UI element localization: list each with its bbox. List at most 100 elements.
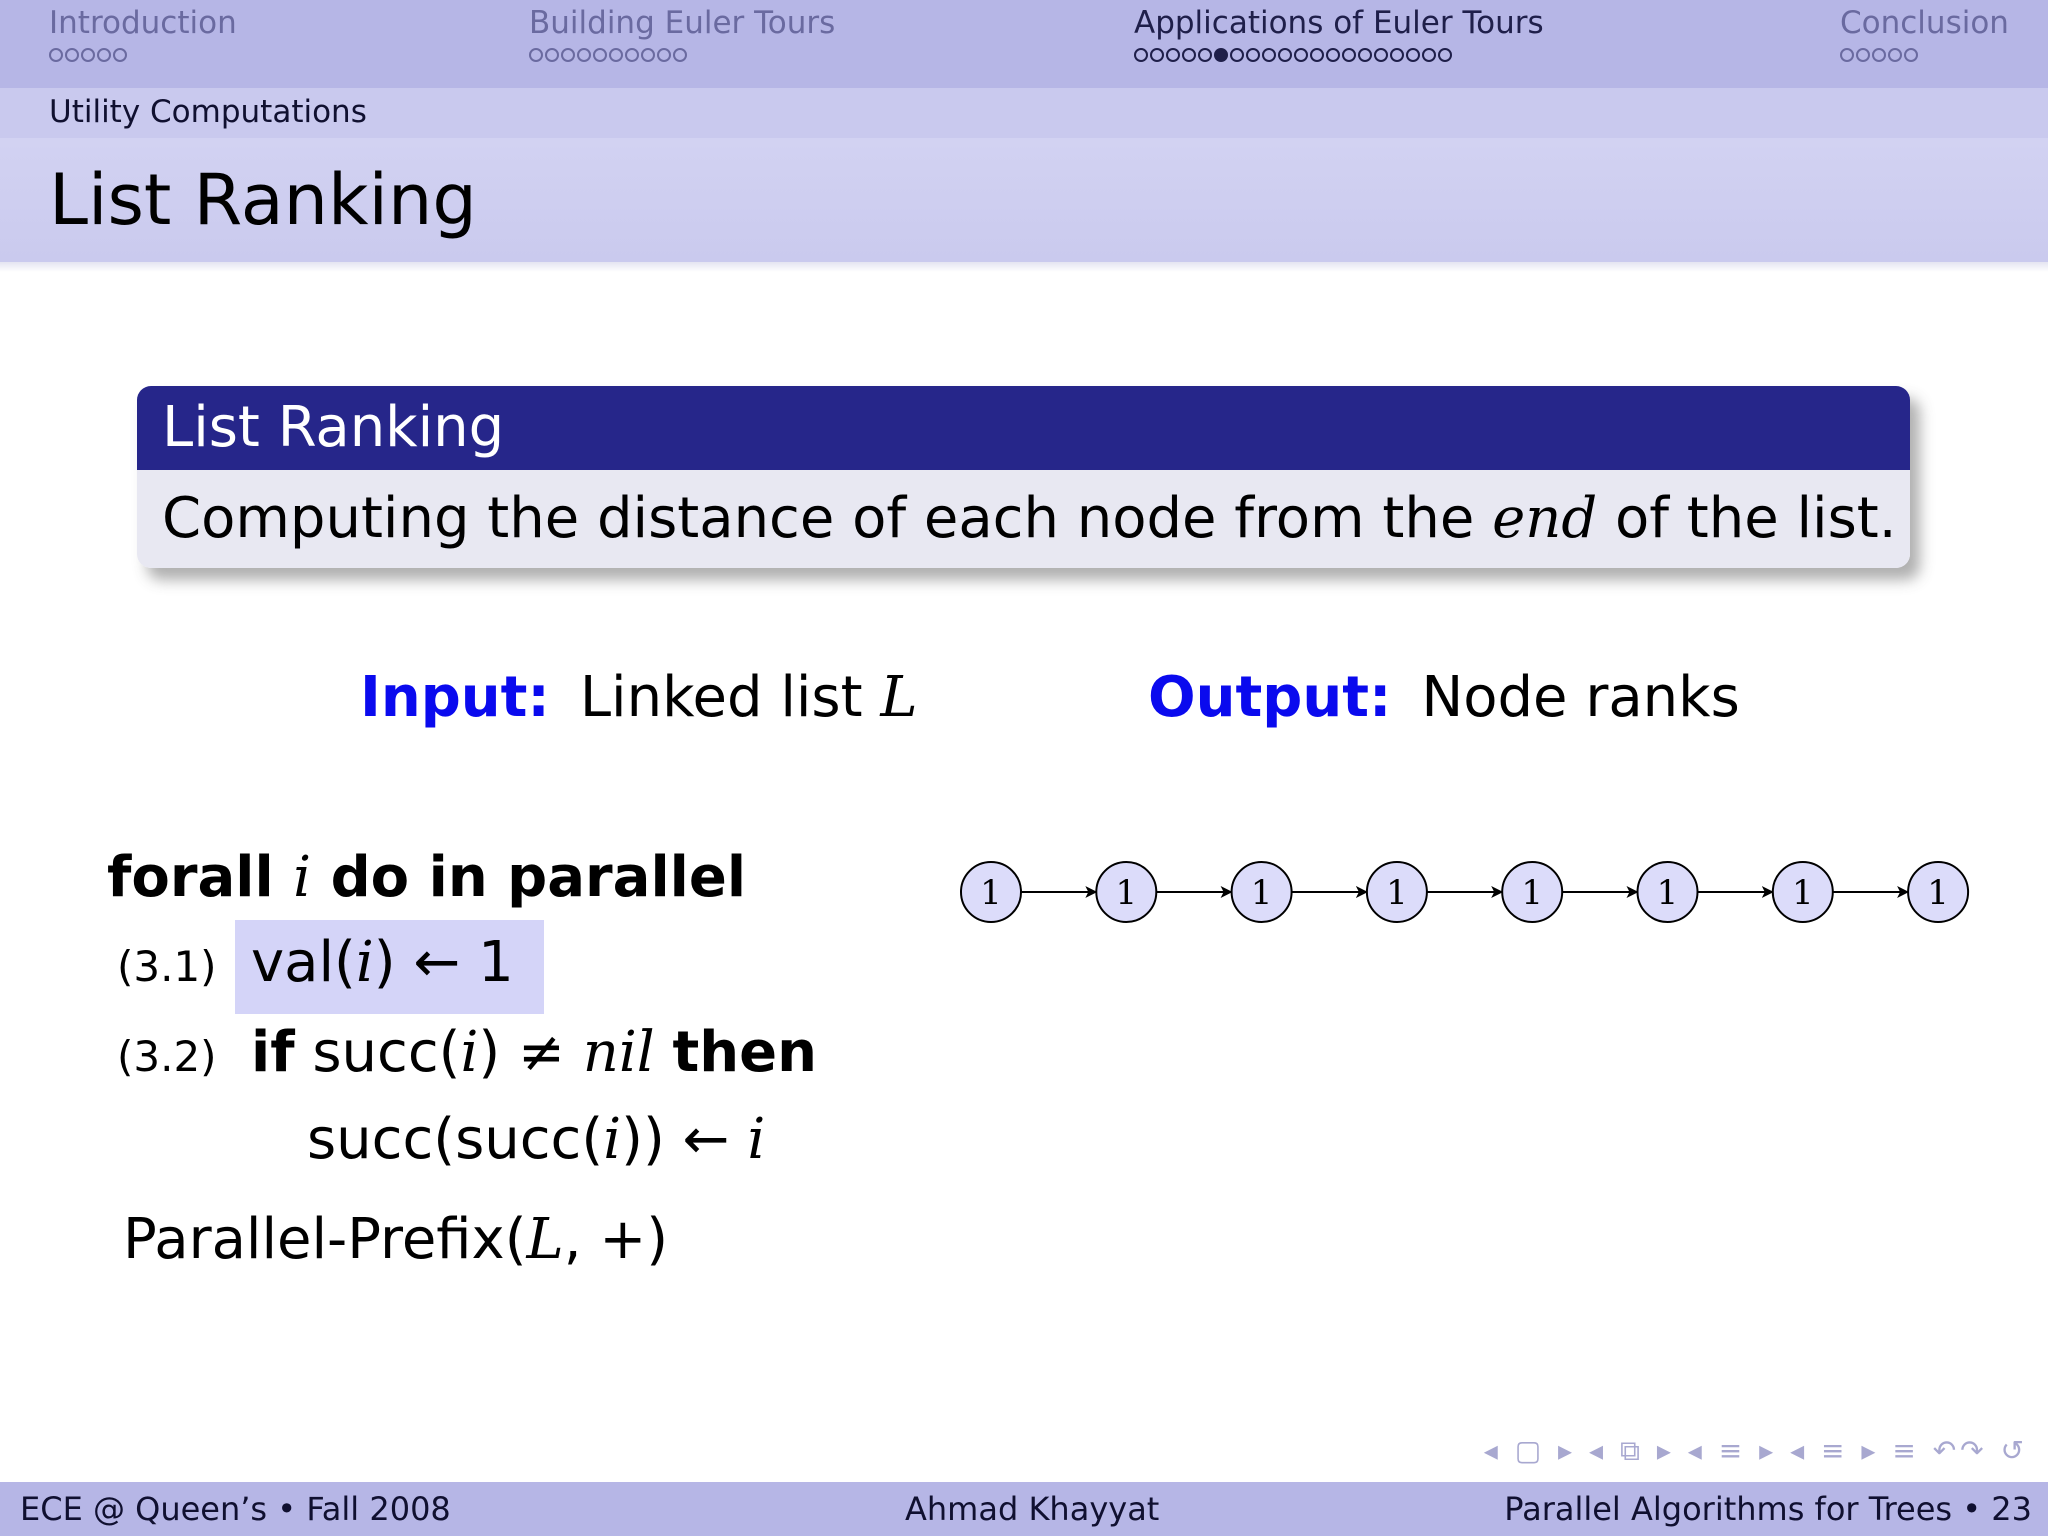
slide-dot[interactable] [1872, 48, 1886, 62]
nav-section-applications[interactable]: Applications of Euler Tours [1134, 4, 1544, 62]
slide-dot[interactable] [1310, 48, 1324, 62]
slide-dot[interactable] [1438, 48, 1452, 62]
nav-slide-dots [1840, 48, 2009, 62]
prefix-operator: , +) [563, 1207, 669, 1272]
slide-dot[interactable] [609, 48, 623, 62]
slide-dot[interactable] [49, 48, 63, 62]
definition-emphasis: end [1492, 486, 1598, 551]
step-number: (3.1) [117, 942, 217, 991]
slide-dot[interactable] [1342, 48, 1356, 62]
nav-slide-dots [1134, 48, 1544, 62]
subsection-title: Utility Computations [49, 94, 367, 130]
slide-dot[interactable] [1166, 48, 1180, 62]
slide-dot[interactable] [1422, 48, 1436, 62]
definition-block-title: List Ranking [137, 386, 1910, 470]
definition-block: List Ranking Computing the distance of e… [137, 386, 1910, 568]
input-variable: L [880, 665, 918, 730]
frame-title-bar: List Ranking [0, 138, 2048, 272]
slide-dot[interactable] [1150, 48, 1164, 62]
slide-dot[interactable] [1182, 48, 1196, 62]
current-slide-dot[interactable] [1214, 48, 1228, 62]
nav-slide-dots [529, 48, 835, 62]
nav-section-conclusion[interactable]: Conclusion [1840, 4, 2009, 62]
nil-value: nil [582, 1020, 655, 1085]
step-variable: i [355, 930, 374, 995]
slide-dot[interactable] [1246, 48, 1260, 62]
definition-text: Computing the distance of each node from… [162, 486, 1475, 551]
slide-dot[interactable] [1374, 48, 1388, 62]
list-node-value: 1 [1115, 873, 1137, 913]
definition-block-body: Computing the distance of each node from… [137, 470, 1910, 568]
step-3-1: val(i) ← 1 [251, 925, 514, 1001]
list-node-value: 1 [1792, 873, 1814, 913]
output-description: Output: Node ranks [1148, 660, 1740, 736]
input-label: Input: [360, 665, 550, 730]
slide-dot[interactable] [561, 48, 575, 62]
list-node-value: 1 [1251, 873, 1273, 913]
nav-section-title[interactable]: Introduction [49, 4, 237, 42]
step-variable: i [460, 1020, 479, 1085]
slide-dot[interactable] [1856, 48, 1870, 62]
forall-line: forall i do in parallel [107, 840, 746, 916]
nav-slide-dots [49, 48, 237, 62]
slide-dot[interactable] [1888, 48, 1902, 62]
input-description: Input: Linked list L [360, 660, 918, 736]
nav-section-introduction[interactable]: Introduction [49, 4, 237, 62]
slide-dot[interactable] [1406, 48, 1420, 62]
slide-dot[interactable] [1358, 48, 1372, 62]
slide-dot[interactable] [97, 48, 111, 62]
slide-dot[interactable] [113, 48, 127, 62]
linked-list-diagram: 1 1 1 1 1 1 1 1 [960, 861, 1970, 923]
slide-dot[interactable] [1198, 48, 1212, 62]
slide-dot[interactable] [529, 48, 543, 62]
nav-section-title[interactable]: Conclusion [1840, 4, 2009, 42]
input-text: Linked list [579, 665, 863, 730]
val-function: val( [251, 930, 356, 995]
list-node-value: 1 [1521, 873, 1543, 913]
slide-dot[interactable] [1230, 48, 1244, 62]
prefix-variable: L [526, 1207, 564, 1272]
slide-dot[interactable] [81, 48, 95, 62]
slide-navigation-controls[interactable]: ◂ ▢ ▸ ◂ ⧉ ▸ ◂ ≡ ▸ ◂ ≡ ▸ ≡ ↶↷ ↺ [1484, 1434, 2028, 1468]
step-variable: i [603, 1107, 622, 1172]
footer-title-page: Parallel Algorithms for Trees • 23 [1504, 1490, 2032, 1528]
output-text: Node ranks [1421, 665, 1740, 730]
do-in-parallel-keyword: do in parallel [330, 845, 747, 910]
assign-one: ) ← 1 [373, 930, 514, 995]
subsection-bar: Utility Computations [0, 88, 2048, 138]
list-node-value: 1 [980, 873, 1002, 913]
section-navigation: Introduction Building Euler Tours Applic… [0, 0, 2048, 88]
forall-variable: i [293, 845, 312, 910]
step-variable: i [747, 1107, 766, 1172]
slide-dot[interactable] [625, 48, 639, 62]
footer: ECE @ Queen’s • Fall 2008 Ahmad Khayyat … [0, 1482, 2048, 1536]
then-keyword: then [672, 1020, 817, 1085]
nav-section-title[interactable]: Applications of Euler Tours [1134, 4, 1544, 42]
slide-dot[interactable] [577, 48, 591, 62]
slide-dot[interactable] [1326, 48, 1340, 62]
step-3-2-body: succ(succ(i)) ← i [307, 1102, 765, 1178]
slide-dot[interactable] [1262, 48, 1276, 62]
slide-dot[interactable] [1134, 48, 1148, 62]
step-number: (3.2) [117, 1032, 217, 1081]
slide-dot[interactable] [1278, 48, 1292, 62]
nav-section-title[interactable]: Building Euler Tours [529, 4, 835, 42]
slide-dot[interactable] [641, 48, 655, 62]
definition-text-end: of the list. [1615, 486, 1897, 551]
slide-dot[interactable] [65, 48, 79, 62]
frame-title: List Ranking [49, 159, 477, 241]
parallel-prefix-line: Parallel-Prefix(L, +) [123, 1202, 668, 1278]
slide-dot[interactable] [673, 48, 687, 62]
slide-dot[interactable] [1294, 48, 1308, 62]
forall-keyword: forall [107, 845, 274, 910]
slide-dot[interactable] [657, 48, 671, 62]
assign-arrow: )) ← [621, 1107, 730, 1172]
footer-author: Ahmad Khayyat [905, 1490, 1160, 1528]
succ-function: succ( [312, 1020, 461, 1085]
slide-dot[interactable] [545, 48, 559, 62]
slide-dot[interactable] [593, 48, 607, 62]
nav-section-building-euler-tours[interactable]: Building Euler Tours [529, 4, 835, 62]
slide-dot[interactable] [1390, 48, 1404, 62]
slide-dot[interactable] [1840, 48, 1854, 62]
slide-dot[interactable] [1904, 48, 1918, 62]
